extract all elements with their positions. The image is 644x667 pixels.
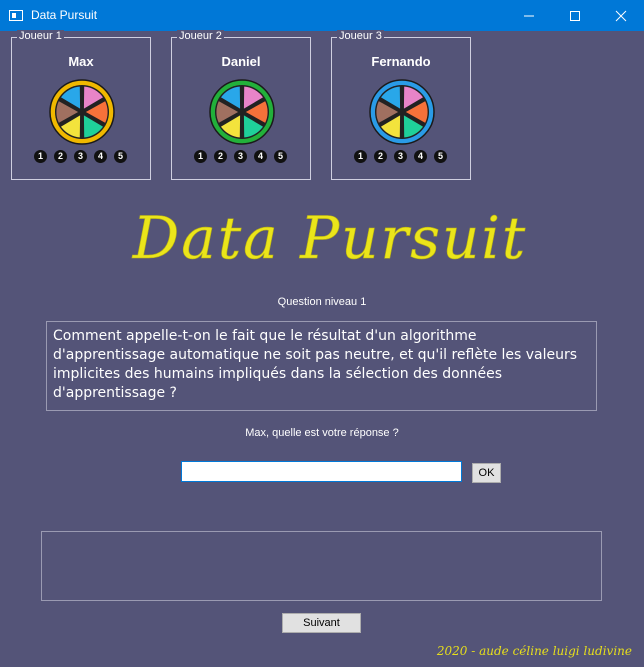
player-name: Daniel (221, 54, 261, 69)
player-name: Fernando (371, 54, 431, 69)
ok-button[interactable]: OK (472, 463, 501, 483)
close-button[interactable] (598, 0, 644, 31)
level-4-badge: 4 (414, 150, 427, 163)
level-3-badge: 3 (394, 150, 407, 163)
player-legend: Joueur 2 (177, 30, 224, 42)
app-logo: Data Pursuit (131, 204, 528, 273)
score-wheel-icon (49, 79, 115, 145)
player-panel-1: Joueur 1 Max 1 2 3 4 5 (11, 30, 151, 180)
answer-prompt: Max, quelle est votre réponse ? (245, 427, 399, 439)
question-text: Comment appelle-t-on le fait que le résu… (46, 321, 597, 411)
window-title: Data Pursuit (31, 8, 98, 22)
level-3-badge: 3 (74, 150, 87, 163)
level-1-badge: 1 (354, 150, 367, 163)
player-panel-3: Joueur 3 Fernando 1 2 3 4 5 (331, 30, 471, 180)
player-legend: Joueur 1 (17, 30, 64, 42)
level-4-badge: 4 (94, 150, 107, 163)
player-panel-2: Joueur 2 Daniel 1 2 3 4 5 (171, 30, 311, 180)
minimize-button[interactable] (506, 0, 552, 31)
level-1-badge: 1 (194, 150, 207, 163)
answer-input[interactable] (181, 461, 462, 482)
feedback-box (41, 531, 602, 601)
player-legend: Joueur 3 (337, 30, 384, 42)
minimize-icon (524, 15, 534, 17)
title-bar: Data Pursuit (0, 0, 644, 31)
level-5-badge: 5 (114, 150, 127, 163)
player-name: Max (68, 54, 94, 69)
credits-text: 2020 - aude céline luigi ludivine (436, 644, 632, 658)
level-2-badge: 2 (54, 150, 67, 163)
level-5-badge: 5 (434, 150, 447, 163)
level-1-badge: 1 (34, 150, 47, 163)
level-2-badge: 2 (374, 150, 387, 163)
level-2-badge: 2 (214, 150, 227, 163)
level-5-badge: 5 (274, 150, 287, 163)
maximize-icon (570, 11, 580, 21)
app-icon (9, 10, 23, 21)
logo-text: Data Pursuit (132, 204, 528, 272)
next-button[interactable]: Suivant (282, 613, 361, 633)
score-wheel-icon (369, 79, 435, 145)
level-3-badge: 3 (234, 150, 247, 163)
maximize-button[interactable] (552, 0, 598, 31)
score-wheel-icon (209, 79, 275, 145)
level-4-badge: 4 (254, 150, 267, 163)
close-icon (615, 10, 627, 22)
question-level-label: Question niveau 1 (277, 296, 367, 308)
